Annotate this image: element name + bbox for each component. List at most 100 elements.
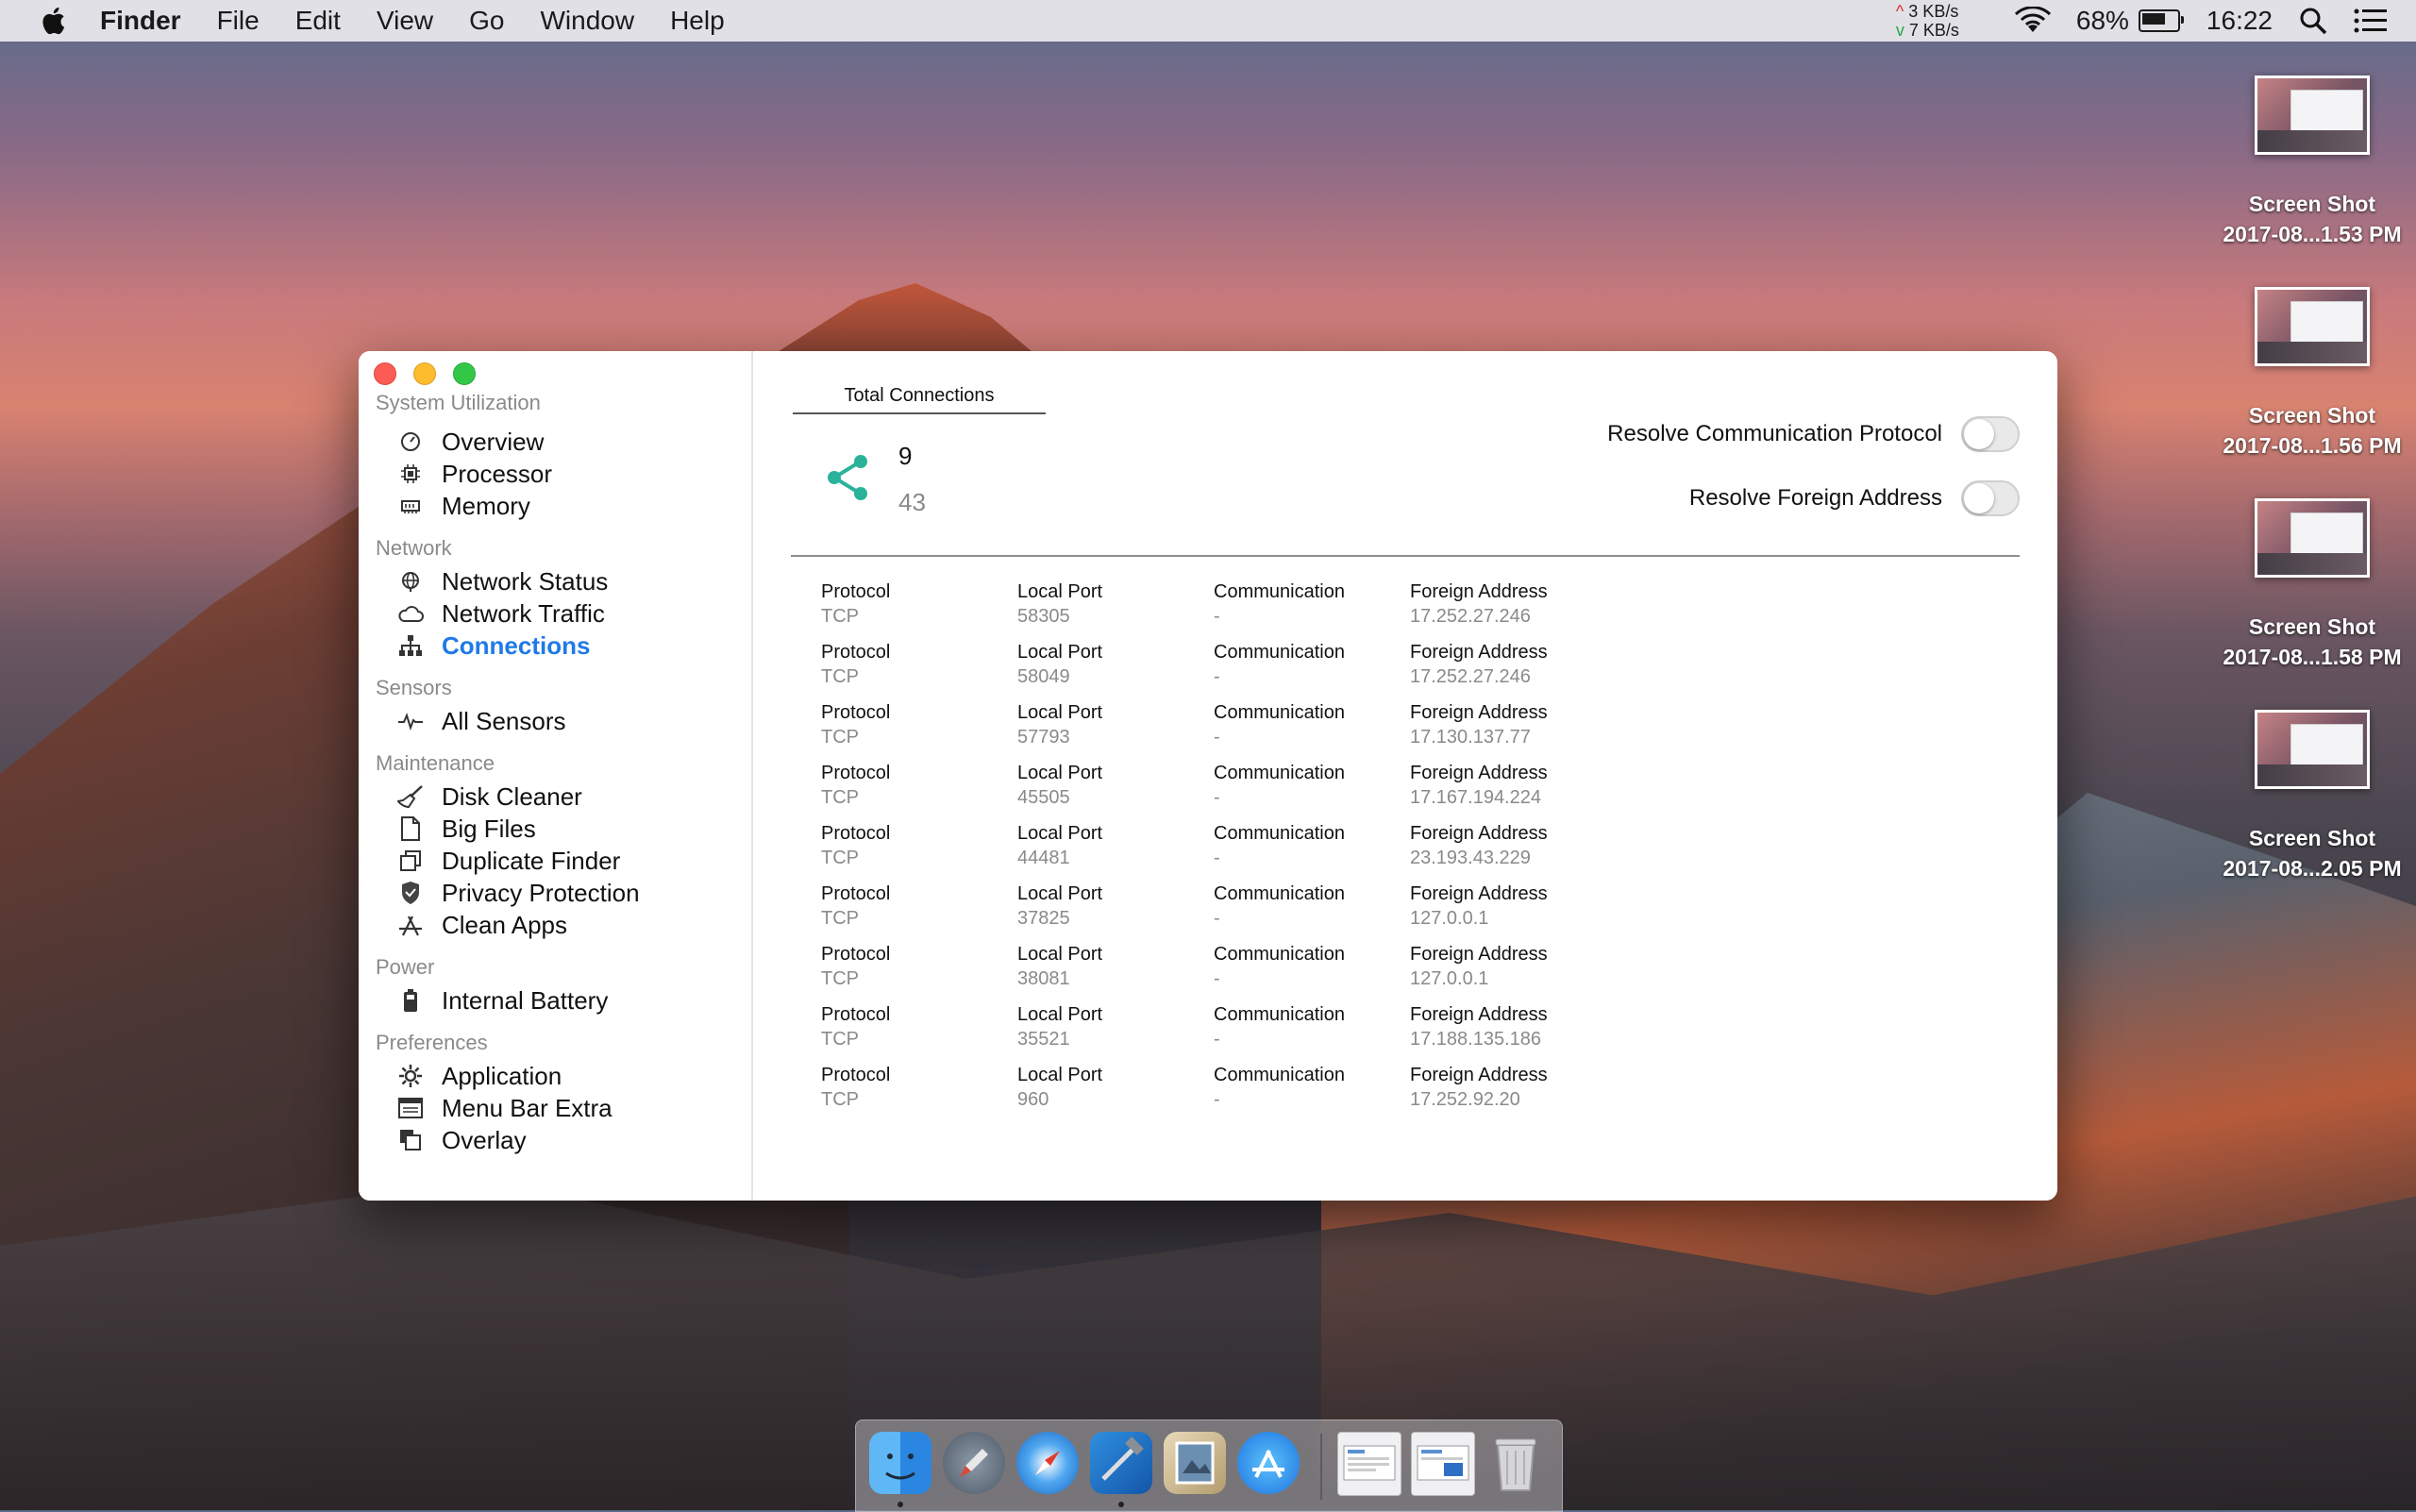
sidebar-item-connections[interactable]: Connections	[396, 630, 590, 662]
sidebar-item-memory[interactable]: Memory	[396, 490, 530, 522]
foreign-address-header: Foreign Address	[1410, 1004, 1548, 1025]
list-item[interactable]: Protocol TCP Local Port 35521 Communicatio…	[821, 1002, 1670, 1055]
list-item[interactable]: Protocol TCP Local Port 37825 Communicatio…	[821, 882, 1670, 934]
menu-help[interactable]: Help	[670, 6, 725, 36]
preview-icon[interactable]	[1164, 1432, 1226, 1494]
communication-header: Communication	[1214, 642, 1345, 663]
zoom-window-button[interactable]	[453, 362, 476, 385]
communication-value: -	[1214, 606, 1220, 627]
communication-value: -	[1214, 727, 1220, 748]
sidebar-item-privacy-protection[interactable]: Privacy Protection	[396, 877, 640, 909]
finder-icon[interactable]	[869, 1432, 931, 1494]
list-item[interactable]: Protocol TCP Local Port 38081 Communicatio…	[821, 942, 1670, 995]
desktop-file-screenshot[interactable]: Screen Shot 2017-08...1.53 PM	[2208, 76, 2416, 249]
upload-arrow-icon: ^	[1895, 2, 1904, 21]
local-port-header: Local Port	[1017, 763, 1103, 783]
overlay-icon	[396, 1126, 425, 1154]
section-power: Power	[376, 955, 435, 979]
communication-header: Communication	[1214, 944, 1345, 965]
safari-icon[interactable]	[1016, 1432, 1079, 1494]
launchpad-icon[interactable]	[943, 1432, 1005, 1494]
local-port-header: Local Port	[1017, 1065, 1103, 1085]
file-name: Screen Shot	[2248, 614, 2376, 639]
sidebar-item-duplicate-finder[interactable]: Duplicate Finder	[396, 845, 620, 877]
protocol-header: Protocol	[821, 823, 891, 844]
sidebar-item-label: Disk Cleaner	[442, 781, 582, 811]
foreign-address-value: 17.252.27.246	[1410, 666, 1531, 687]
menu-clock[interactable]: 16:22	[2206, 6, 2273, 36]
spotlight-search-icon[interactable]	[2299, 7, 2327, 35]
list-item[interactable]: Protocol TCP Local Port 45505 Communicatio…	[821, 761, 1670, 814]
sidebar-item-processor[interactable]: Processor	[396, 458, 552, 490]
battery-percent[interactable]: 68%	[2076, 6, 2129, 36]
list-item[interactable]: Protocol TCP Local Port 57793 Communicatio…	[821, 700, 1670, 753]
screenshot-thumbnail-icon	[2255, 287, 2370, 366]
foreign-address-value: 17.130.137.77	[1410, 727, 1531, 748]
sidebar-item-internal-battery[interactable]: Internal Battery	[396, 984, 608, 1016]
list-item[interactable]: Protocol TCP Local Port 960 Communication -…	[821, 1063, 1670, 1116]
desktop-file-screenshot[interactable]: Screen Shot 2017-08...2.05 PM	[2208, 710, 2416, 883]
sidebar-item-clean-apps[interactable]: Clean Apps	[396, 909, 567, 941]
resolve-protocol-toggle[interactable]	[1961, 416, 2020, 452]
sidebar-item-network-traffic[interactable]: Network Traffic	[396, 597, 605, 630]
local-port-value: 57793	[1017, 727, 1070, 748]
xcode-icon[interactable]	[1090, 1432, 1152, 1494]
wifi-icon[interactable]	[2014, 7, 2052, 35]
close-window-button[interactable]	[374, 362, 396, 385]
protocol-value: TCP	[821, 606, 859, 627]
notification-center-icon[interactable]	[2354, 8, 2388, 33]
sidebar-item-all-sensors[interactable]: All Sensors	[396, 705, 566, 737]
communication-value: -	[1214, 666, 1220, 687]
sidebar-item-big-files[interactable]: Big Files	[396, 813, 536, 845]
sidebar-item-network-status[interactable]: Network Status	[396, 565, 608, 597]
menu-go[interactable]: Go	[469, 6, 504, 36]
sidebar-item-application[interactable]: Application	[396, 1060, 562, 1092]
communication-value: -	[1214, 968, 1220, 989]
section-network: Network	[376, 536, 452, 560]
sidebar-item-overview[interactable]: Overview	[396, 426, 544, 458]
protocol-value: TCP	[821, 1029, 859, 1050]
tab-total-connections[interactable]: Total Connections	[793, 385, 1046, 414]
foreign-address-header: Foreign Address	[1410, 642, 1548, 663]
apple-menu-icon[interactable]	[38, 4, 68, 38]
toggle-label: Resolve Communication Protocol	[1607, 421, 1942, 446]
sidebar-item-label: Network Traffic	[442, 598, 605, 628]
local-port-header: Local Port	[1017, 883, 1103, 904]
list-item[interactable]: Protocol TCP Local Port 44481 Communicatio…	[821, 821, 1670, 874]
network-rate-extra[interactable]: ^ 3 KB/s v 7 KB/s	[1896, 2, 1959, 40]
desktop-file-screenshot[interactable]: Screen Shot 2017-08...1.56 PM	[2208, 287, 2416, 461]
sidebar-item-label: Big Files	[442, 814, 536, 843]
local-port-value: 960	[1017, 1089, 1049, 1110]
sidebar-item-menu-bar-extra[interactable]: Menu Bar Extra	[396, 1092, 612, 1124]
minimize-window-button[interactable]	[413, 362, 436, 385]
battery-icon[interactable]	[2138, 9, 2184, 32]
upload-rate: 3 KB/s	[1908, 2, 1959, 21]
sidebar-item-label: Memory	[442, 491, 530, 520]
sidebar-item-label: Application	[442, 1061, 562, 1090]
local-port-value: 44481	[1017, 848, 1070, 868]
desktop-file-screenshot[interactable]: Screen Shot 2017-08...1.58 PM	[2208, 498, 2416, 672]
sidebar-item-label: Internal Battery	[442, 985, 609, 1015]
app-store-icon[interactable]	[1237, 1432, 1300, 1494]
protocol-value: TCP	[821, 968, 859, 989]
dock-separator	[1320, 1434, 1322, 1500]
protocol-value: TCP	[821, 1089, 859, 1110]
list-item[interactable]: Protocol TCP Local Port 58049 Communicatio…	[821, 640, 1670, 693]
foreign-address-value: 127.0.0.1	[1410, 908, 1489, 929]
toggle-knob	[1964, 419, 1994, 449]
menu-window[interactable]: Window	[540, 6, 634, 36]
app-window: System Utilization Overview Processor Me…	[359, 351, 2057, 1201]
foreign-address-value: 17.252.27.246	[1410, 606, 1531, 627]
menu-finder[interactable]: Finder	[100, 6, 181, 36]
foreign-address-header: Foreign Address	[1410, 702, 1548, 723]
resolve-address-toggle[interactable]	[1961, 480, 2020, 516]
sidebar-item-overlay[interactable]: Overlay	[396, 1124, 527, 1156]
trash-icon[interactable]	[1485, 1432, 1547, 1494]
screenshot-stack-icon[interactable]	[1411, 1432, 1475, 1496]
menu-edit[interactable]: Edit	[295, 6, 341, 36]
sidebar-item-disk-cleaner[interactable]: Disk Cleaner	[396, 781, 582, 813]
list-item[interactable]: Protocol TCP Local Port 58305 Communicatio…	[821, 580, 1670, 632]
menu-view[interactable]: View	[377, 6, 433, 36]
menu-file[interactable]: File	[217, 6, 260, 36]
screenshot-stack-icon[interactable]	[1337, 1432, 1401, 1496]
